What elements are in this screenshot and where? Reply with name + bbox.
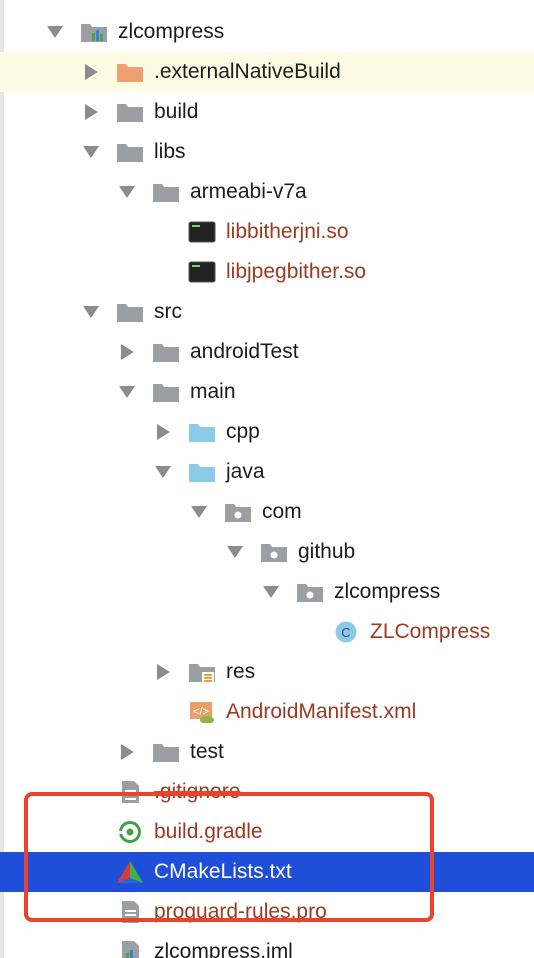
package-icon [224,501,252,523]
tree-item-label: CMakeLists.txt [154,860,292,883]
expanded-arrow-icon[interactable] [262,584,280,600]
expanded-arrow-icon[interactable] [226,544,244,560]
tree-item-label: main [190,380,236,403]
tree-item-label: test [190,740,224,763]
tree-item-label: libs [154,140,186,163]
folder-icon [116,101,144,123]
collapsed-arrow-icon[interactable] [118,344,136,360]
tree-item-label: .externalNativeBuild [154,60,341,83]
text-file-icon [116,781,144,803]
folder-blue-icon [188,421,216,443]
tree-item-label: build.gradle [154,820,263,843]
tree-item-label: java [226,460,265,483]
native-lib-icon [188,261,216,283]
tree-item-label: cpp [226,420,260,443]
expanded-arrow-icon[interactable] [154,464,172,480]
class-icon: C [332,621,360,643]
tree-item-label: .gitignore [154,780,241,803]
tree-item-gitignore[interactable]: .gitignore [0,772,534,812]
expanded-arrow-icon[interactable] [82,304,100,320]
tree-item-zlcompress-iml[interactable]: zlcompress.iml [0,932,534,958]
collapsed-arrow-icon[interactable] [118,744,136,760]
collapsed-arrow-icon[interactable] [154,664,172,680]
tree-item-cpp[interactable]: cpp [0,412,534,452]
collapsed-arrow-icon[interactable] [82,64,100,80]
text-file-icon [116,901,144,923]
tree-item-build[interactable]: build [0,92,534,132]
tree-item-build-gradle[interactable]: build.gradle [0,812,534,852]
folder-icon [116,141,144,163]
folder-icon [152,381,180,403]
cmake-icon [116,861,144,883]
project-tree: zlcompress .externalNativeBuild build libs a… [0,0,534,958]
package-icon [296,581,324,603]
folder-icon [116,301,144,323]
tree-item-label: build [154,100,199,123]
expanded-arrow-icon[interactable] [118,384,136,400]
tree-item-armeabi-v7a[interactable]: armeabi-v7a [0,172,534,212]
tree-item-java[interactable]: java [0,452,534,492]
tree-item-cmakelists[interactable]: CMakeLists.txt [0,852,534,892]
tree-item-label: github [298,540,356,563]
tree-item-libs[interactable]: libs [0,132,534,172]
tree-item-label: AndroidManifest.xml [226,700,417,723]
collapsed-arrow-icon[interactable] [154,424,172,440]
tree-item-test[interactable]: test [0,732,534,772]
svg-text:C: C [341,625,350,640]
collapsed-arrow-icon[interactable] [82,104,100,120]
folder-blue-icon [188,461,216,483]
tree-item-label: res [226,660,256,683]
tree-item-zlcompress-class[interactable]: C ZLCompress [0,612,534,652]
tree-item-libbitherjni-so[interactable]: libbitherjni.so [0,212,534,252]
tree-item-label: armeabi-v7a [190,180,307,203]
expanded-arrow-icon[interactable] [82,144,100,160]
tree-item-github[interactable]: github [0,532,534,572]
tree-item-label: proguard-rules.pro [154,900,327,923]
tree-item-label: zlcompress [118,20,225,43]
gradle-icon [116,821,144,843]
tree-item-zlcompress-pkg[interactable]: zlcompress [0,572,534,612]
tree-item-src[interactable]: src [0,292,534,332]
tree-item-libjpegbither-so[interactable]: libjpegbither.so [0,252,534,292]
tree-item-proguard-rules[interactable]: proguard-rules.pro [0,892,534,932]
tree-item-label: androidTest [190,340,299,363]
tree-item-label: libbitherjni.so [226,220,349,243]
native-lib-icon [188,221,216,243]
tree-item-com[interactable]: com [0,492,534,532]
manifest-icon: </> [188,701,216,724]
package-icon [260,541,288,563]
iml-file-icon [116,941,144,958]
tree-item-label: zlcompress.iml [154,940,293,958]
tree-item-main[interactable]: main [0,372,534,412]
folder-orange-icon [116,61,144,83]
tree-item-label: com [262,500,302,523]
tree-item-label: src [154,300,182,323]
tree-item-label: zlcompress [334,580,441,603]
tree-item-android-test[interactable]: androidTest [0,332,534,372]
tree-item-zlcompress[interactable]: zlcompress [0,12,534,52]
tree-item-label: ZLCompress [370,620,491,643]
tree-item-label: libjpegbither.so [226,260,367,283]
folder-icon [152,341,180,363]
tree-item-android-manifest[interactable]: </> AndroidManifest.xml [0,692,534,732]
tree-item-external-native-build[interactable]: .externalNativeBuild [0,52,534,92]
tree-item-res[interactable]: res [0,652,534,692]
expanded-arrow-icon[interactable] [118,184,136,200]
folder-icon [152,181,180,203]
expanded-arrow-icon[interactable] [190,504,208,520]
res-folder-icon [188,661,216,683]
folder-icon [152,741,180,763]
module-icon [80,21,108,43]
expanded-arrow-icon[interactable] [46,24,64,40]
